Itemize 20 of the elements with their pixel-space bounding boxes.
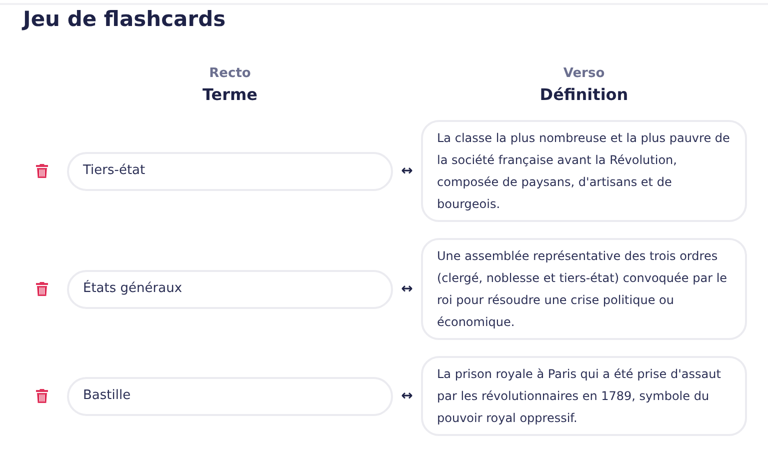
term-input[interactable]: États généraux — [67, 270, 393, 308]
column-heading: Terme — [202, 84, 258, 106]
definition-input[interactable]: Une assemblée représentative des trois ordres (clergé, noblesse et tiers-état) convoquée par le roi pour résoudre une crise politique ou économique. — [421, 238, 747, 340]
delete-button[interactable] — [34, 388, 49, 404]
link-arrow: ↔ — [400, 386, 414, 406]
delete-button[interactable] — [34, 163, 49, 179]
page-title: Jeu de flashcards — [23, 6, 227, 32]
definition-input[interactable]: La prison royale à Paris qui a été prise d'assaut par les révolutionnaires en 1789, symbole du pouvoir royal oppressif. — [421, 356, 747, 436]
column-side-label: Recto — [209, 66, 251, 82]
definition-input[interactable]: La classe la plus nombreuse et la plus pauvre de la société française avant la Révolution, composée de paysans, d'artisans et de bourgeois. — [421, 120, 747, 222]
term-input[interactable]: Tiers-état — [67, 152, 393, 190]
term-input[interactable]: Bastille — [67, 376, 393, 416]
column-side-label: Verso — [563, 66, 605, 82]
link-arrow: ↔ — [400, 162, 414, 180]
column-heading: Définition — [540, 84, 628, 106]
trash-icon — [36, 389, 48, 403]
link-arrow: ↔ — [400, 280, 414, 298]
delete-button[interactable] — [34, 281, 49, 297]
trash-icon — [36, 282, 48, 296]
trash-icon — [36, 164, 48, 178]
